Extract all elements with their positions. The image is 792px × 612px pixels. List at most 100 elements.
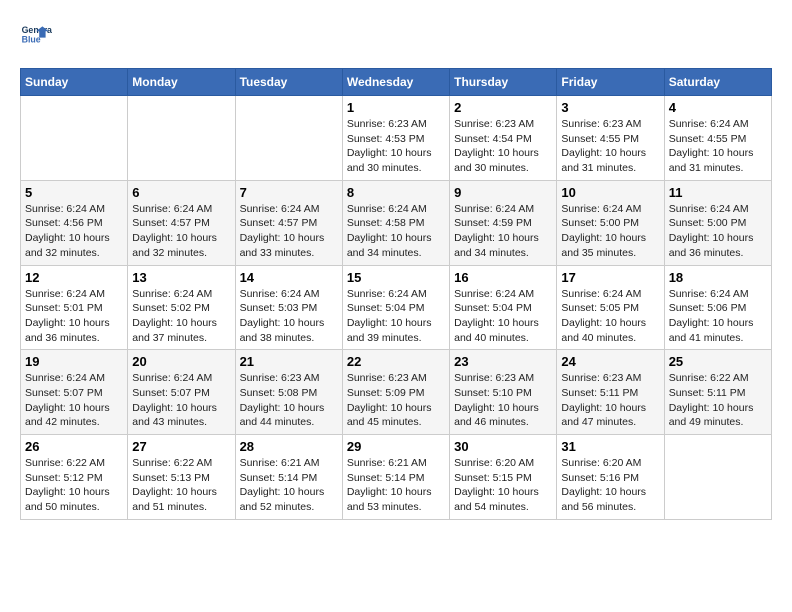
calendar-cell: 20 Sunrise: 6:24 AM Sunset: 5:07 PM Dayli… [128, 350, 235, 435]
calendar-cell: 19 Sunrise: 6:24 AM Sunset: 5:07 PM Dayli… [21, 350, 128, 435]
day-number: 26 [25, 439, 123, 454]
day-number: 5 [25, 185, 123, 200]
day-number: 25 [669, 354, 767, 369]
day-number: 7 [240, 185, 338, 200]
calendar-cell: 8 Sunrise: 6:24 AM Sunset: 4:58 PM Daylig… [342, 180, 449, 265]
day-header-saturday: Saturday [664, 69, 771, 96]
calendar-week-row: 12 Sunrise: 6:24 AM Sunset: 5:01 PM Dayli… [21, 265, 772, 350]
calendar-cell: 12 Sunrise: 6:24 AM Sunset: 5:01 PM Dayli… [21, 265, 128, 350]
day-info: Sunrise: 6:23 AM Sunset: 5:08 PM Dayligh… [240, 371, 338, 430]
day-number: 21 [240, 354, 338, 369]
calendar-cell: 7 Sunrise: 6:24 AM Sunset: 4:57 PM Daylig… [235, 180, 342, 265]
day-info: Sunrise: 6:24 AM Sunset: 4:55 PM Dayligh… [669, 117, 767, 176]
calendar-cell [128, 96, 235, 181]
calendar-cell: 3Sunrise: 6:23 AM Sunset: 4:55 PM Daylig… [557, 96, 664, 181]
calendar-table: SundayMondayTuesdayWednesdayThursdayFrid… [20, 68, 772, 520]
calendar-cell: 10Sunrise: 6:24 AM Sunset: 5:00 PM Dayli… [557, 180, 664, 265]
day-header-sunday: Sunday [21, 69, 128, 96]
calendar-cell: 24Sunrise: 6:23 AM Sunset: 5:11 PM Dayli… [557, 350, 664, 435]
page-header: General Blue [20, 20, 772, 52]
day-info: Sunrise: 6:24 AM Sunset: 4:57 PM Dayligh… [240, 202, 338, 261]
calendar-cell [235, 96, 342, 181]
day-number: 10 [561, 185, 659, 200]
day-number: 4 [669, 100, 767, 115]
calendar-cell: 25 Sunrise: 6:22 AM Sunset: 5:11 PM Dayli… [664, 350, 771, 435]
calendar-cell: 28 Sunrise: 6:21 AM Sunset: 5:14 PM Dayli… [235, 435, 342, 520]
day-info: Sunrise: 6:22 AM Sunset: 5:11 PM Dayligh… [669, 371, 767, 430]
calendar-cell: 16 Sunrise: 6:24 AM Sunset: 5:04 PM Dayli… [450, 265, 557, 350]
calendar-cell: 21 Sunrise: 6:23 AM Sunset: 5:08 PM Dayli… [235, 350, 342, 435]
day-info: Sunrise: 6:21 AM Sunset: 5:14 PM Dayligh… [347, 456, 445, 515]
calendar-cell [21, 96, 128, 181]
calendar-week-row: 1Sunrise: 6:23 AM Sunset: 4:53 PM Daylig… [21, 96, 772, 181]
day-info: Sunrise: 6:24 AM Sunset: 4:56 PM Dayligh… [25, 202, 123, 261]
calendar-week-row: 19 Sunrise: 6:24 AM Sunset: 5:07 PM Dayli… [21, 350, 772, 435]
day-info: Sunrise: 6:23 AM Sunset: 4:54 PM Dayligh… [454, 117, 552, 176]
svg-text:Blue: Blue [22, 34, 41, 44]
day-number: 9 [454, 185, 552, 200]
day-info: Sunrise: 6:24 AM Sunset: 5:05 PM Dayligh… [561, 287, 659, 346]
day-header-wednesday: Wednesday [342, 69, 449, 96]
calendar-cell: 11 Sunrise: 6:24 AM Sunset: 5:00 PM Dayli… [664, 180, 771, 265]
calendar-cell: 13 Sunrise: 6:24 AM Sunset: 5:02 PM Dayli… [128, 265, 235, 350]
calendar-cell: 29Sunrise: 6:21 AM Sunset: 5:14 PM Dayli… [342, 435, 449, 520]
day-info: Sunrise: 6:22 AM Sunset: 5:12 PM Dayligh… [25, 456, 123, 515]
day-info: Sunrise: 6:23 AM Sunset: 5:11 PM Dayligh… [561, 371, 659, 430]
day-info: Sunrise: 6:24 AM Sunset: 5:07 PM Dayligh… [25, 371, 123, 430]
calendar-cell: 14Sunrise: 6:24 AM Sunset: 5:03 PM Dayli… [235, 265, 342, 350]
day-info: Sunrise: 6:24 AM Sunset: 5:02 PM Dayligh… [132, 287, 230, 346]
day-info: Sunrise: 6:23 AM Sunset: 4:55 PM Dayligh… [561, 117, 659, 176]
day-info: Sunrise: 6:24 AM Sunset: 4:59 PM Dayligh… [454, 202, 552, 261]
calendar-cell: 17 Sunrise: 6:24 AM Sunset: 5:05 PM Dayli… [557, 265, 664, 350]
day-info: Sunrise: 6:24 AM Sunset: 5:04 PM Dayligh… [454, 287, 552, 346]
day-info: Sunrise: 6:21 AM Sunset: 5:14 PM Dayligh… [240, 456, 338, 515]
day-info: Sunrise: 6:24 AM Sunset: 5:07 PM Dayligh… [132, 371, 230, 430]
day-number: 13 [132, 270, 230, 285]
day-number: 23 [454, 354, 552, 369]
day-info: Sunrise: 6:24 AM Sunset: 5:04 PM Dayligh… [347, 287, 445, 346]
calendar-cell: 26 Sunrise: 6:22 AM Sunset: 5:12 PM Dayli… [21, 435, 128, 520]
day-info: Sunrise: 6:23 AM Sunset: 5:10 PM Dayligh… [454, 371, 552, 430]
day-number: 31 [561, 439, 659, 454]
day-header-tuesday: Tuesday [235, 69, 342, 96]
day-number: 27 [132, 439, 230, 454]
day-number: 22 [347, 354, 445, 369]
day-number: 1 [347, 100, 445, 115]
day-info: Sunrise: 6:24 AM Sunset: 5:01 PM Dayligh… [25, 287, 123, 346]
day-header-thursday: Thursday [450, 69, 557, 96]
calendar-cell: 27 Sunrise: 6:22 AM Sunset: 5:13 PM Dayli… [128, 435, 235, 520]
day-number: 18 [669, 270, 767, 285]
day-info: Sunrise: 6:22 AM Sunset: 5:13 PM Dayligh… [132, 456, 230, 515]
day-info: Sunrise: 6:24 AM Sunset: 5:03 PM Dayligh… [240, 287, 338, 346]
calendar-cell: 4 Sunrise: 6:24 AM Sunset: 4:55 PM Daylig… [664, 96, 771, 181]
day-number: 17 [561, 270, 659, 285]
calendar-cell: 23 Sunrise: 6:23 AM Sunset: 5:10 PM Dayli… [450, 350, 557, 435]
day-info: Sunrise: 6:23 AM Sunset: 5:09 PM Dayligh… [347, 371, 445, 430]
day-header-monday: Monday [128, 69, 235, 96]
day-info: Sunrise: 6:24 AM Sunset: 4:58 PM Dayligh… [347, 202, 445, 261]
day-number: 20 [132, 354, 230, 369]
day-number: 11 [669, 185, 767, 200]
day-info: Sunrise: 6:20 AM Sunset: 5:15 PM Dayligh… [454, 456, 552, 515]
day-number: 16 [454, 270, 552, 285]
day-number: 15 [347, 270, 445, 285]
calendar-cell: 2Sunrise: 6:23 AM Sunset: 4:54 PM Daylig… [450, 96, 557, 181]
day-number: 28 [240, 439, 338, 454]
day-number: 6 [132, 185, 230, 200]
day-info: Sunrise: 6:20 AM Sunset: 5:16 PM Dayligh… [561, 456, 659, 515]
calendar-cell [664, 435, 771, 520]
calendar-cell: 30Sunrise: 6:20 AM Sunset: 5:15 PM Dayli… [450, 435, 557, 520]
day-number: 19 [25, 354, 123, 369]
calendar-cell: 31 Sunrise: 6:20 AM Sunset: 5:16 PM Dayli… [557, 435, 664, 520]
day-number: 8 [347, 185, 445, 200]
day-info: Sunrise: 6:24 AM Sunset: 5:00 PM Dayligh… [669, 202, 767, 261]
calendar-week-row: 5 Sunrise: 6:24 AM Sunset: 4:56 PM Daylig… [21, 180, 772, 265]
svg-text:General: General [22, 25, 52, 35]
calendar-cell: 18Sunrise: 6:24 AM Sunset: 5:06 PM Dayli… [664, 265, 771, 350]
day-header-friday: Friday [557, 69, 664, 96]
logo-icon: General Blue [20, 20, 52, 52]
calendar-cell: 15 Sunrise: 6:24 AM Sunset: 5:04 PM Dayli… [342, 265, 449, 350]
day-number: 12 [25, 270, 123, 285]
calendar-cell: 1Sunrise: 6:23 AM Sunset: 4:53 PM Daylig… [342, 96, 449, 181]
logo: General Blue [20, 20, 56, 52]
